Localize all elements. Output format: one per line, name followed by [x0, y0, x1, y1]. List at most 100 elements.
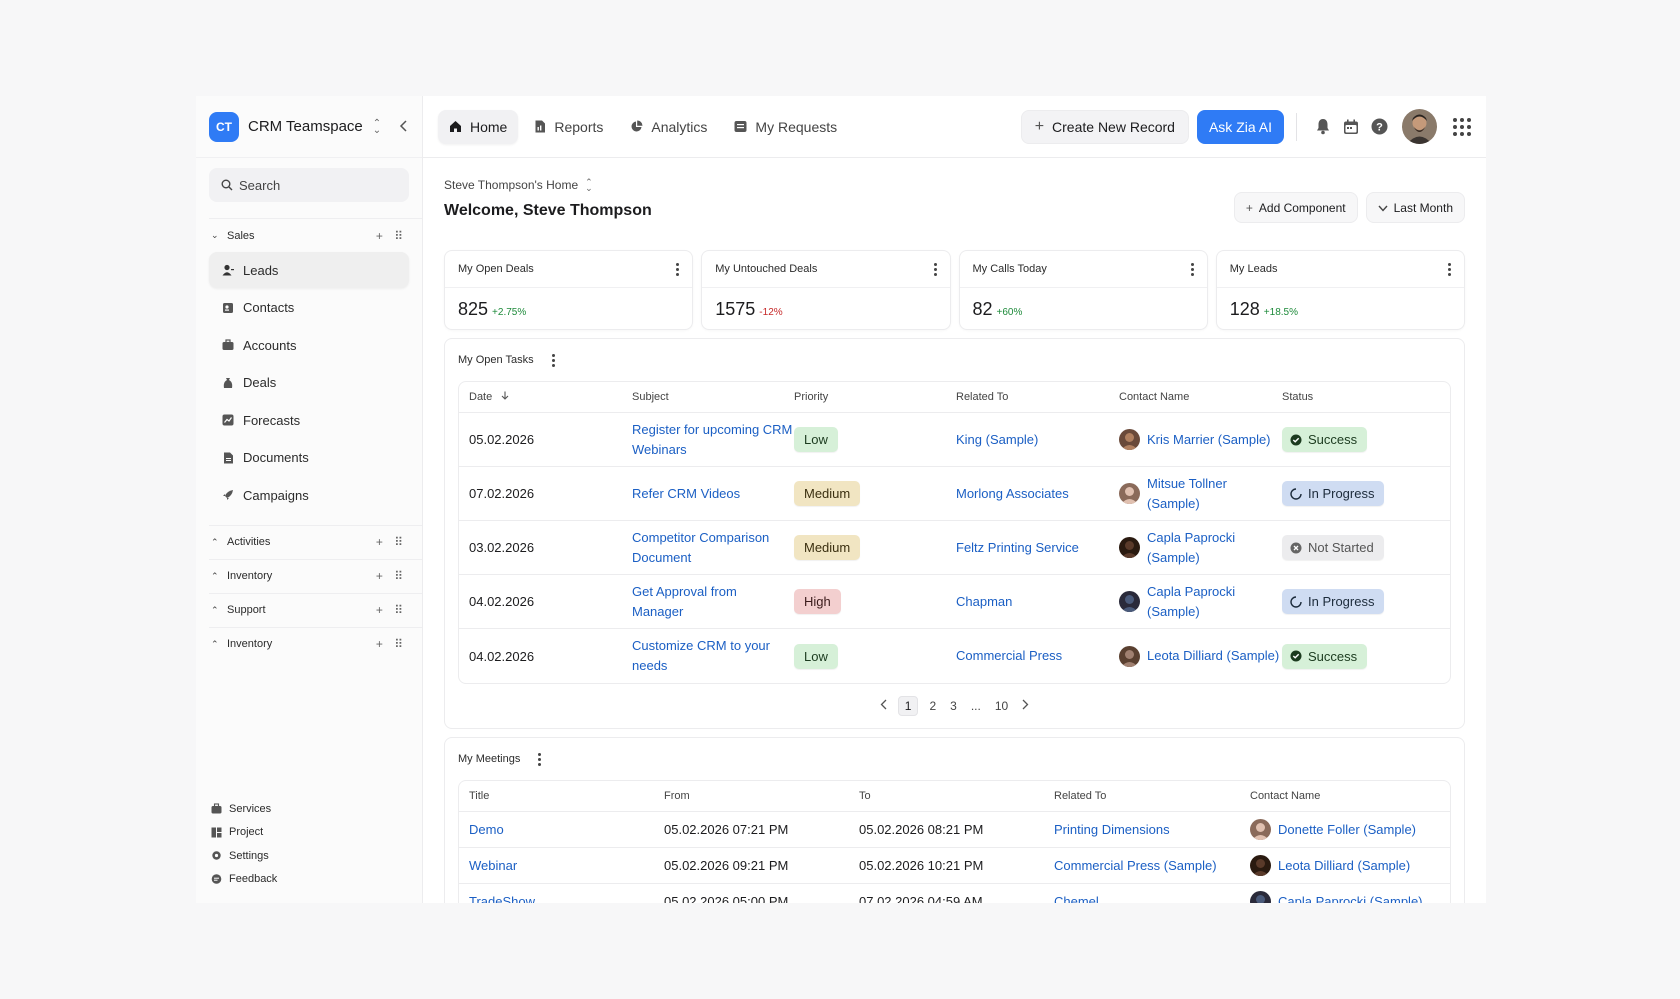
related-to-link[interactable]: Chemel: [1054, 894, 1099, 903]
sidebar-group-support[interactable]: ⌃ Support + ⠿: [209, 592, 422, 627]
ask-zia-button[interactable]: Ask Zia AI: [1196, 109, 1284, 144]
sidebar-group-sales[interactable]: ⌄ Sales + ⠿: [209, 218, 422, 252]
bottom-nav-services[interactable]: Services: [209, 797, 277, 821]
column-header[interactable]: From: [664, 790, 859, 802]
page-number[interactable]: 2: [929, 699, 936, 713]
task-subject-link[interactable]: Customize CRM to your needs: [632, 638, 770, 673]
user-avatar[interactable]: [1402, 109, 1437, 144]
calendar-icon[interactable]: [1343, 119, 1359, 135]
column-header[interactable]: Related To: [1054, 790, 1250, 802]
sidebar-item-contacts[interactable]: Contacts: [209, 290, 409, 326]
page-number[interactable]: ...: [971, 699, 981, 713]
column-header[interactable]: Priority: [794, 391, 956, 403]
sort-chevrons-icon[interactable]: ⌃ ⌄: [373, 118, 381, 135]
related-to-link[interactable]: Morlong Associates: [956, 486, 1079, 501]
chevron-right-icon[interactable]: [1022, 699, 1029, 713]
related-to-link[interactable]: King (Sample): [956, 432, 1048, 447]
bottom-nav-project[interactable]: Project: [209, 821, 277, 845]
task-subject-link[interactable]: Register for upcoming CRM Webinars: [632, 422, 792, 457]
chevron-left-icon[interactable]: [880, 699, 887, 713]
related-to-link[interactable]: Printing Dimensions: [1054, 822, 1170, 837]
meeting-title-link[interactable]: Demo: [469, 822, 504, 837]
group-actions[interactable]: + ⠿: [376, 637, 407, 651]
create-new-record-button[interactable]: + Create New Record: [1020, 109, 1189, 144]
meeting-title-link[interactable]: Webinar: [469, 858, 517, 873]
add-component-button[interactable]: + Add Component: [1233, 192, 1358, 223]
more-options-icon[interactable]: [551, 353, 555, 367]
table-row[interactable]: 07.02.2026 Refer CRM Videos Medium Morlong …: [459, 467, 1450, 521]
column-header[interactable]: To: [859, 790, 1054, 802]
sidebar-item-forecasts[interactable]: Forecasts: [209, 402, 409, 438]
task-subject-link[interactable]: Get Approval from Manager: [632, 584, 737, 619]
contact-name-link[interactable]: Capla Paprocki (Sample): [1147, 582, 1282, 622]
more-options-icon[interactable]: [676, 262, 680, 276]
bottom-nav-feedback[interactable]: Feedback: [209, 868, 277, 892]
tab-analytics[interactable]: Analytics: [619, 110, 718, 144]
table-row[interactable]: 03.02.2026 Competitor Comparison Document…: [459, 521, 1450, 575]
page-number[interactable]: 1: [897, 696, 919, 716]
bell-icon[interactable]: [1315, 118, 1331, 135]
group-actions[interactable]: + ⠿: [376, 569, 407, 583]
tab-reports[interactable]: Reports: [523, 110, 614, 144]
page-number[interactable]: 3: [950, 699, 957, 713]
contact-name-link[interactable]: Leota Dilliard (Sample): [1147, 646, 1279, 666]
sidebar-item-campaigns[interactable]: Campaigns: [209, 477, 409, 513]
table-row[interactable]: 05.02.2026 Register for upcoming CRM Webi…: [459, 413, 1450, 467]
contact-name-link[interactable]: Kris Marrier (Sample): [1147, 430, 1271, 450]
column-header[interactable]: Status: [1282, 391, 1432, 403]
table-row[interactable]: 04.02.2026 Get Approval from Manager High C…: [459, 575, 1450, 629]
contact-name-link[interactable]: Mitsue Tollner (Sample): [1147, 474, 1282, 514]
column-header[interactable]: Subject: [632, 391, 794, 403]
task-subject-link[interactable]: Refer CRM Videos: [632, 486, 750, 501]
page-number[interactable]: 10: [995, 699, 1008, 713]
sidebar-group-inventory[interactable]: ⌃ Inventory + ⠿: [209, 626, 422, 661]
contact-name-link[interactable]: Capla Paprocki (Sample): [1147, 528, 1282, 568]
contact-card-icon: [221, 301, 234, 314]
tab-my-requests[interactable]: My Requests: [723, 110, 848, 144]
more-options-icon[interactable]: [1190, 262, 1194, 276]
sidebar-item-deals[interactable]: Deals: [209, 365, 409, 401]
workspace-switcher[interactable]: CT CRM Teamspace ⌃ ⌄: [196, 96, 422, 158]
contact-name-link[interactable]: Leota Dilliard (Sample): [1278, 856, 1410, 876]
group-label: Activities: [227, 536, 271, 548]
more-options-icon[interactable]: [538, 752, 542, 766]
sidebar-item-documents[interactable]: Documents: [209, 440, 409, 476]
sidebar-group-inventory[interactable]: ⌃ Inventory + ⠿: [209, 558, 422, 593]
related-to-link[interactable]: Chapman: [956, 594, 1022, 609]
sidebar-group-activities[interactable]: ⌃ Activities + ⠿: [209, 524, 422, 559]
group-actions[interactable]: + ⠿: [376, 229, 407, 243]
apps-grid-icon[interactable]: [1453, 117, 1471, 136]
column-header[interactable]: Title: [469, 790, 664, 802]
bottom-nav-settings[interactable]: Settings: [209, 844, 277, 868]
group-actions[interactable]: + ⠿: [376, 603, 407, 617]
sort-arrow-down-icon[interactable]: [498, 391, 509, 403]
column-header[interactable]: Date: [469, 391, 632, 403]
group-label: Inventory: [227, 570, 273, 582]
column-header[interactable]: Related To: [956, 391, 1119, 403]
contact-name-link[interactable]: Donette Foller (Sample): [1278, 820, 1416, 840]
related-to-link[interactable]: Commercial Press: [956, 648, 1072, 663]
table-row[interactable]: TradeShow 05.02.2026 05:00 PM 07.02.2026 0…: [459, 884, 1450, 903]
help-icon[interactable]: ?: [1371, 118, 1388, 135]
sidebar-item-accounts[interactable]: Accounts: [209, 327, 409, 363]
meeting-title-link[interactable]: TradeShow: [469, 894, 535, 903]
table-row[interactable]: Demo 05.02.2026 07:21 PM 05.02.2026 08:21 …: [459, 812, 1450, 848]
svg-text:?: ?: [1376, 122, 1383, 134]
table-row[interactable]: 04.02.2026 Customize CRM to your needs Low…: [459, 629, 1450, 683]
search-input[interactable]: Search: [209, 168, 409, 202]
related-to-link[interactable]: Commercial Press (Sample): [1054, 858, 1217, 873]
table-row[interactable]: Webinar 05.02.2026 09:21 PM 05.02.2026 10:…: [459, 848, 1450, 884]
collapse-sidebar-icon[interactable]: [399, 119, 409, 135]
related-to-link[interactable]: Feltz Printing Service: [956, 540, 1089, 555]
more-options-icon[interactable]: [1448, 262, 1451, 276]
sidebar-item-leads[interactable]: Leads: [209, 252, 409, 288]
breadcrumb[interactable]: Steve Thompson's Home ⌃ ⌄: [444, 178, 1465, 193]
tab-home[interactable]: Home: [438, 109, 519, 144]
column-header[interactable]: Contact Name: [1250, 790, 1450, 802]
period-dropdown[interactable]: Last Month: [1365, 192, 1465, 223]
contact-name-link[interactable]: Capla Paprocki (Sample): [1278, 892, 1423, 904]
group-actions[interactable]: + ⠿: [376, 535, 407, 549]
task-subject-link[interactable]: Competitor Comparison Document: [632, 530, 769, 565]
column-header[interactable]: Contact Name: [1119, 391, 1282, 403]
more-options-icon[interactable]: [933, 262, 937, 276]
